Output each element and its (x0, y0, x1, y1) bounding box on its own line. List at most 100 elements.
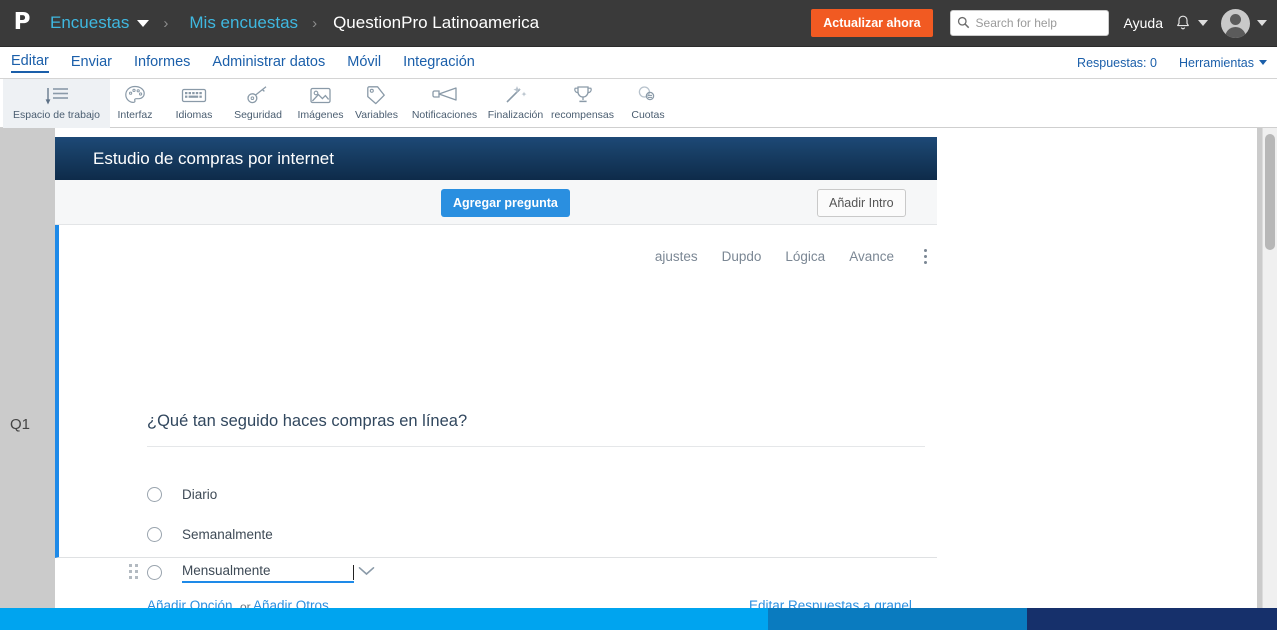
add-other-link[interactable]: Añadir Otros (253, 598, 329, 608)
toolbar-item-variables[interactable]: Variables (351, 79, 402, 128)
nav-item-movil[interactable]: Móvil (347, 54, 381, 72)
toolbar-label-idiomas: Idiomas (175, 109, 213, 121)
nav-item-administrar-datos[interactable]: Administrar datos (212, 54, 325, 72)
top-bar: P Encuestas › Mis encuestas › QuestionPr… (0, 0, 1277, 47)
toolbar-label-seguridad: Seguridad (234, 109, 282, 121)
questionpro-logo-icon[interactable]: P (11, 8, 33, 38)
lock-key-icon (246, 84, 270, 106)
magic-wand-icon (504, 84, 528, 106)
responses-count[interactable]: Respuestas: 0 (1077, 56, 1157, 70)
keyboard-icon (181, 84, 207, 106)
notifications-bell-icon[interactable] (1175, 14, 1191, 33)
megaphone-icon (431, 84, 458, 106)
toolbar-item-seguridad[interactable]: Seguridad (226, 79, 290, 128)
toolbar-label-recompensas: recompensas (550, 109, 615, 121)
question-action-dupdo[interactable]: Dupdo (722, 249, 762, 264)
upgrade-now-button[interactable]: Actualizar ahora (811, 9, 933, 37)
page-title: Estudio de compras por internet (93, 148, 334, 168)
or-text: or (240, 600, 251, 608)
tools-caret-icon (1259, 60, 1267, 65)
tools-menu-label: Herramientas (1178, 55, 1254, 70)
toolbar-item-cuotas[interactable]: Cuotas (621, 79, 675, 128)
option-row-3: Mensualmente (147, 559, 354, 585)
nav-right-group: Respuestas: 0 Herramientas (1055, 56, 1267, 70)
toolbar-item-espacio-de-trabajo[interactable]: Espacio de trabajo (3, 79, 110, 128)
option-row-1: Diario (147, 481, 217, 507)
question-number-label: Q1 (10, 416, 31, 433)
banner-segment-mid (768, 608, 1027, 630)
nav-item-informes[interactable]: Informes (134, 54, 190, 72)
question-action-ajustes[interactable]: ajustes (655, 249, 698, 264)
breadcrumb-dropdown-caret-icon[interactable] (137, 19, 150, 27)
chevron-down-icon[interactable] (358, 566, 375, 576)
breadcrumb-my-surveys-link[interactable]: Mis encuestas (189, 13, 298, 33)
avatar-head-shape (1230, 13, 1241, 25)
toolbar-item-notificaciones[interactable]: Notificaciones (402, 79, 487, 128)
banner-segment-dark (1027, 608, 1277, 630)
avatar[interactable] (1221, 8, 1250, 38)
toolbar-label-imagenes: Imágenes (297, 109, 344, 121)
option-label-2[interactable]: Semanalmente (182, 527, 273, 542)
question-action-row: ajustes Dupdo Lógica Avance (631, 247, 931, 266)
toolbar-label-interfaz: Interfaz (117, 109, 153, 121)
trophy-icon (571, 84, 595, 106)
option-text-input-3[interactable]: Mensualmente (182, 562, 354, 583)
notifications-caret-icon[interactable] (1198, 20, 1208, 26)
palette-icon (124, 84, 146, 106)
main-nav-bar: Editar Enviar Informes Administrar datos… (0, 47, 1277, 79)
toolbar-label-finalizacion: Finalización (487, 109, 544, 121)
question-text[interactable]: ¿Qué tan seguido haces compras en línea? (147, 412, 467, 431)
nav-item-integracion[interactable]: Integración (403, 54, 475, 72)
survey-canvas: Estudio de compras por internet Agregar … (55, 128, 1257, 608)
top-action-bar: Agregar pregunta Añadir Intro (55, 180, 937, 225)
tools-menu[interactable]: Herramientas (1179, 56, 1267, 70)
account-menu-caret-icon[interactable] (1257, 20, 1267, 26)
quota-icon (636, 84, 660, 106)
toolbar-item-imagenes[interactable]: Imágenes (290, 79, 351, 128)
top-bar-right-group: Actualizar ahora Ayuda (811, 8, 1267, 38)
question-more-menu-icon[interactable] (920, 247, 931, 266)
vertical-scrollbar-thumb[interactable] (1265, 134, 1275, 250)
breadcrumb-surveys-link[interactable]: Encuestas (50, 13, 129, 33)
option-radio-1[interactable] (147, 486, 162, 502)
breadcrumb-separator-1-icon: › (163, 14, 169, 32)
workspace-icon (44, 84, 70, 106)
search-input[interactable] (949, 10, 1109, 36)
image-icon (309, 84, 332, 106)
question-action-logica[interactable]: Lógica (785, 249, 825, 264)
text-caret (353, 564, 354, 580)
help-search-wrapper (949, 10, 1109, 36)
nav-item-enviar[interactable]: Enviar (71, 54, 112, 72)
bottom-banner (0, 608, 1277, 630)
editor-workspace: Q1 Estudio de compras por internet Agreg… (0, 128, 1277, 608)
option-drag-handle-icon[interactable] (129, 564, 138, 579)
option-label-1[interactable]: Diario (182, 487, 217, 502)
toolbar-item-finalizacion[interactable]: Finalización (487, 79, 544, 128)
toolbar-label-espacio-de-trabajo: Espacio de trabajo (13, 109, 100, 121)
add-question-top-button[interactable]: Agregar pregunta (441, 189, 570, 217)
tag-icon (366, 84, 387, 106)
toolbar-label-cuotas: Cuotas (631, 109, 665, 121)
question-text-underline (147, 446, 925, 447)
nav-item-editar[interactable]: Editar (11, 53, 49, 73)
add-intro-button[interactable]: Añadir Intro (817, 189, 906, 217)
banner-segment-light (0, 608, 768, 630)
bulk-edit-answers-link[interactable]: Editar Respuestas a granel (749, 598, 912, 608)
add-option-link[interactable]: Añadir Opción (147, 598, 233, 608)
option-radio-2[interactable] (147, 526, 162, 542)
toolbar-label-notificaciones: Notificaciones (411, 109, 478, 121)
survey-header-bar: Estudio de compras por internet (55, 137, 937, 180)
editor-toolbar: Espacio de trabajo Interfaz Idiomas Segu… (0, 79, 1277, 195)
toolbar-item-recompensas[interactable]: recompensas (544, 79, 621, 128)
option-row-2: Semanalmente (147, 521, 273, 547)
question-card: ajustes Dupdo Lógica Avance (55, 225, 937, 558)
help-label[interactable]: Ayuda (1124, 15, 1163, 31)
option-radio-3[interactable] (147, 564, 162, 580)
toolbar-label-variables: Variables (355, 109, 398, 121)
toolbar-item-interfaz[interactable]: Interfaz (110, 79, 160, 128)
avatar-body-shape (1225, 26, 1246, 38)
breadcrumb-separator-2-icon: › (312, 14, 318, 32)
breadcrumb-current-survey: QuestionPro Latinoamerica (333, 13, 540, 32)
question-action-avance[interactable]: Avance (849, 249, 894, 264)
toolbar-item-idiomas[interactable]: Idiomas (165, 79, 223, 128)
